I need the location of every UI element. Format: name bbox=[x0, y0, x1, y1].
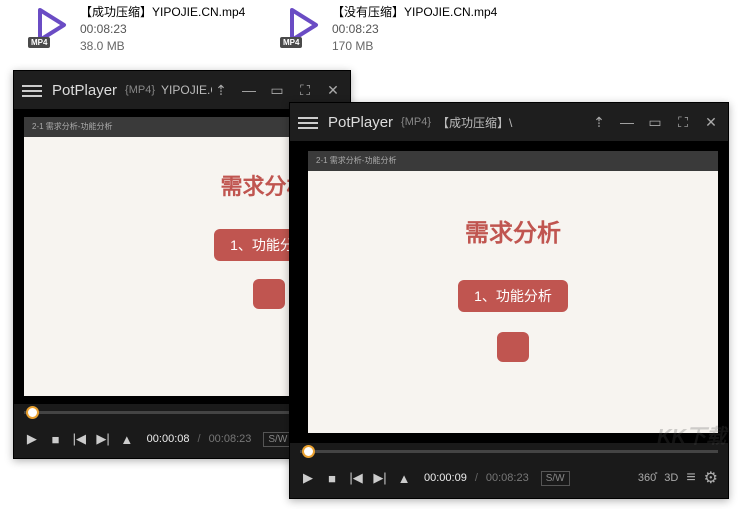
seek-thumb[interactable] bbox=[302, 445, 315, 458]
stop-icon[interactable]: ■ bbox=[48, 432, 64, 447]
fullscreen-icon[interactable]: ⛶ bbox=[674, 113, 692, 131]
slide-bullet-empty bbox=[253, 279, 285, 309]
minimize-icon[interactable]: — bbox=[618, 113, 636, 131]
minimize-icon[interactable]: — bbox=[240, 81, 258, 99]
video-file-icon: MP4 bbox=[30, 4, 72, 46]
file-duration: 00:08:23 bbox=[80, 21, 245, 38]
menu-icon[interactable] bbox=[22, 82, 42, 98]
format-label: {MP4} bbox=[401, 116, 431, 128]
playing-title: YIPOJIE.CN.mp4 bbox=[161, 83, 212, 97]
maximize-icon[interactable]: ▭ bbox=[646, 113, 664, 131]
prev-icon[interactable]: |◀ bbox=[348, 470, 364, 486]
slide-header: 2-1 需求分析-功能分析 bbox=[308, 151, 718, 171]
time-separator: / bbox=[475, 472, 478, 484]
format-label: {MP4} bbox=[125, 84, 155, 96]
next-icon[interactable]: ▶| bbox=[372, 470, 388, 486]
next-icon[interactable]: ▶| bbox=[95, 431, 111, 447]
file-size: 38.0 MB bbox=[80, 38, 245, 55]
file-name: 【成功压缩】YIPOJIE.CN.mp4 bbox=[80, 4, 245, 21]
video-player-window: PotPlayer {MP4} 【成功压缩】\ ⇡ — ▭ ⛶ ✕ 2-1 需求… bbox=[289, 102, 729, 499]
mp4-badge: MP4 bbox=[280, 37, 302, 48]
titlebar[interactable]: PotPlayer {MP4} 【成功压缩】\ ⇡ — ▭ ⛶ ✕ bbox=[290, 103, 728, 141]
file-item[interactable]: MP4 【没有压缩】YIPOJIE.CN.mp4 00:08:23 170 MB bbox=[282, 4, 497, 54]
play-icon[interactable]: ▶ bbox=[24, 431, 40, 447]
360-icon[interactable]: 360̊ bbox=[638, 472, 656, 484]
video-area[interactable]: 2-1 需求分析-功能分析 需求分析 1、功能分析 bbox=[290, 141, 728, 443]
slide-bullet: 1、功能分析 bbox=[458, 280, 568, 312]
settings-icon[interactable]: ⚙ bbox=[704, 468, 718, 488]
pin-icon[interactable]: ⇡ bbox=[212, 81, 230, 99]
slide-title: 需求分析 bbox=[308, 213, 718, 248]
time-total: 00:08:23 bbox=[209, 433, 252, 445]
eject-icon[interactable]: ▲ bbox=[396, 471, 412, 486]
3d-icon[interactable]: 3D bbox=[664, 472, 678, 484]
playlist-icon[interactable]: ≡ bbox=[686, 469, 695, 487]
close-icon[interactable]: ✕ bbox=[324, 81, 342, 99]
seek-thumb[interactable] bbox=[26, 406, 39, 419]
render-mode[interactable]: S/W bbox=[541, 471, 570, 486]
time-current: 00:00:09 bbox=[424, 472, 467, 484]
stop-icon[interactable]: ■ bbox=[324, 471, 340, 486]
file-item[interactable]: MP4 【成功压缩】YIPOJIE.CN.mp4 00:08:23 38.0 M… bbox=[30, 4, 245, 54]
maximize-icon[interactable]: ▭ bbox=[268, 81, 286, 99]
eject-icon[interactable]: ▲ bbox=[119, 432, 135, 447]
slide-bullet-empty bbox=[497, 332, 529, 362]
playing-title: 【成功压缩】\ bbox=[437, 114, 590, 131]
app-name: PotPlayer bbox=[328, 114, 393, 131]
mp4-badge: MP4 bbox=[28, 37, 50, 48]
time-current: 00:00:08 bbox=[147, 433, 190, 445]
video-file-icon: MP4 bbox=[282, 4, 324, 46]
pin-icon[interactable]: ⇡ bbox=[590, 113, 608, 131]
controls-bar: ▶ ■ |◀ ▶| ▲ 00:00:09 / 00:08:23 S/W 360̊… bbox=[290, 459, 728, 497]
file-size: 170 MB bbox=[332, 38, 497, 55]
time-total: 00:08:23 bbox=[486, 472, 529, 484]
prev-icon[interactable]: |◀ bbox=[71, 431, 87, 447]
file-name: 【没有压缩】YIPOJIE.CN.mp4 bbox=[332, 4, 497, 21]
seek-bar[interactable] bbox=[290, 443, 728, 459]
close-icon[interactable]: ✕ bbox=[702, 113, 720, 131]
time-separator: / bbox=[198, 433, 201, 445]
file-duration: 00:08:23 bbox=[332, 21, 497, 38]
fullscreen-icon[interactable]: ⛶ bbox=[296, 81, 314, 99]
app-name: PotPlayer bbox=[52, 82, 117, 99]
menu-icon[interactable] bbox=[298, 114, 318, 130]
play-icon[interactable]: ▶ bbox=[300, 470, 316, 486]
render-mode[interactable]: S/W bbox=[263, 432, 292, 447]
